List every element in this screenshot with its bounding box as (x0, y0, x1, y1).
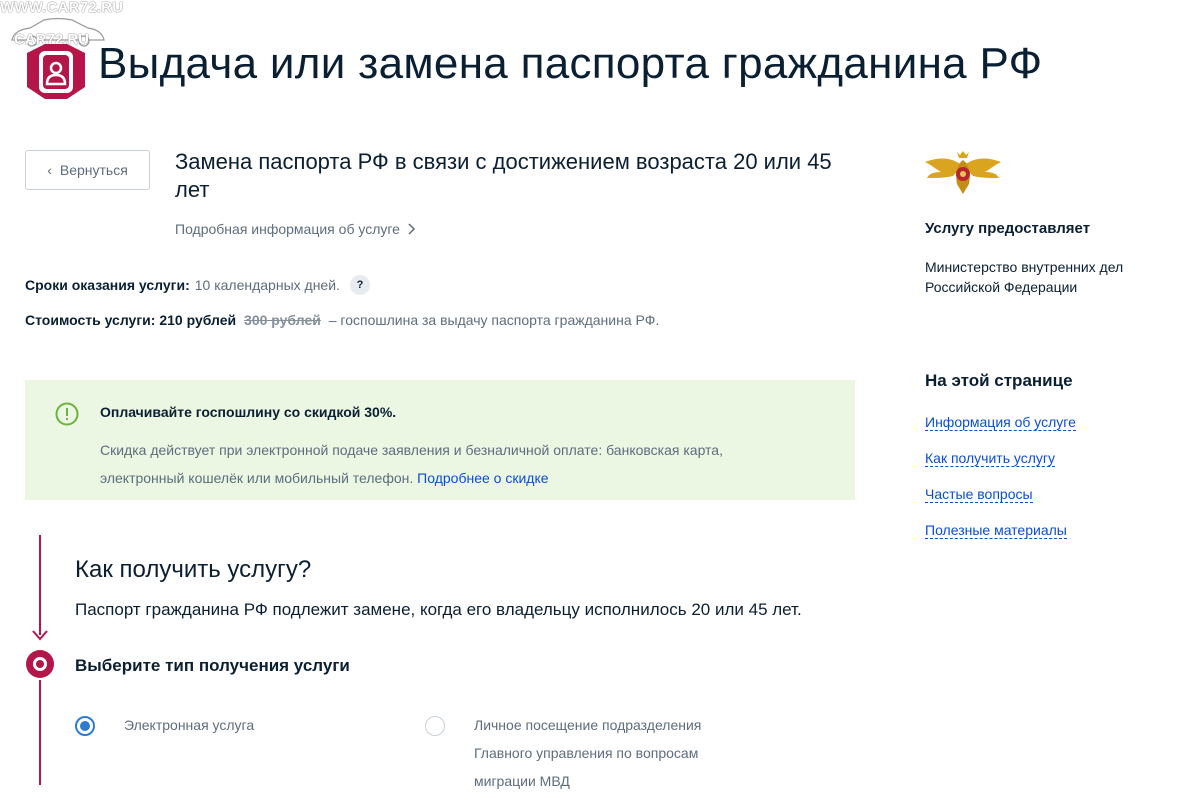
timeline-line-bottom (39, 680, 41, 785)
help-question-icon[interactable]: ? (349, 275, 370, 295)
terms-label: Сроки оказания услуги: (25, 277, 190, 293)
toc-link-materials[interactable]: Полезные материалы (925, 522, 1067, 539)
service-title: Замена паспорта РФ в связи с достижением… (175, 149, 832, 202)
mvd-eagle-emblem-icon (925, 151, 1001, 194)
toc-link-service-info[interactable]: Информация об услуге (925, 414, 1076, 431)
service-details-link[interactable]: Подробная информация об услуге (175, 221, 416, 237)
cost-price: 210 рублей (159, 312, 237, 328)
cost-description: – госпошлина за выдачу паспорта граждани… (328, 312, 660, 328)
discount-notice: Оплачивайте госпошлину со скидкой 30%. С… (25, 380, 855, 500)
on-page-heading: На этой странице (925, 371, 1073, 390)
notice-body-block: Скидка действует при электронной подаче … (100, 436, 800, 492)
discount-details-link[interactable]: Подробнее о скидке (417, 470, 548, 486)
toc-item: Полезные материалы (925, 522, 1076, 558)
service-terms: Сроки оказания услуги: 10 календарных дн… (25, 275, 370, 295)
timeline-line-top (39, 535, 41, 635)
chevron-right-icon (408, 223, 416, 235)
service-details-label: Подробная информация об услуге (175, 221, 400, 237)
back-button-label: Вернуться (59, 162, 128, 178)
radio-personal-visit[interactable] (425, 716, 445, 736)
radio-personal-visit-label[interactable]: Личное посещение подразделения Главного … (474, 711, 754, 795)
cost-label: Стоимость услуги: (25, 312, 156, 328)
toc-item: Информация об услуге (925, 414, 1076, 450)
provider-name: Министерство внутренних дел Российской Ф… (925, 259, 1124, 295)
arrow-down-icon (32, 630, 48, 641)
toc-item: Частые вопросы (925, 486, 1076, 522)
step-title: Выберите тип получения услуги (75, 656, 350, 675)
notice-body: Скидка действует при электронной подаче … (100, 442, 723, 486)
step-marker (26, 650, 54, 678)
cost-old-price: 300 рублей (244, 312, 321, 328)
passport-icon (27, 44, 85, 99)
on-page-nav: Информация об услуге Как получить услугу… (925, 414, 1076, 558)
terms-value: 10 календарных дней. (194, 277, 340, 293)
page-title: Выдача или замена паспорта гражданина РФ (98, 39, 1043, 88)
exclamation-circle-icon (55, 402, 79, 426)
toc-link-how-to-get[interactable]: Как получить услугу (925, 450, 1056, 467)
service-cost: Стоимость услуги: 210 рублей 300 рублей … (25, 312, 659, 328)
radio-electronic-service-label[interactable]: Электронная услуга (124, 717, 254, 733)
how-to-get-title: Как получить услугу? (75, 556, 312, 583)
toc-link-faq[interactable]: Частые вопросы (925, 486, 1033, 503)
how-to-get-description: Паспорт гражданина РФ подлежит замене, к… (75, 600, 802, 619)
provider-heading: Услугу предоставляет (925, 220, 1091, 237)
notice-heading: Оплачивайте госпошлину со скидкой 30%. (100, 404, 397, 420)
chevron-left-icon: ‹ (47, 162, 52, 178)
watermark-site: WWW.CAR72.RU (0, 0, 124, 16)
radio-electronic-service[interactable] (75, 716, 95, 736)
back-button[interactable]: ‹ Вернуться (25, 150, 150, 190)
toc-item: Как получить услугу (925, 450, 1076, 486)
